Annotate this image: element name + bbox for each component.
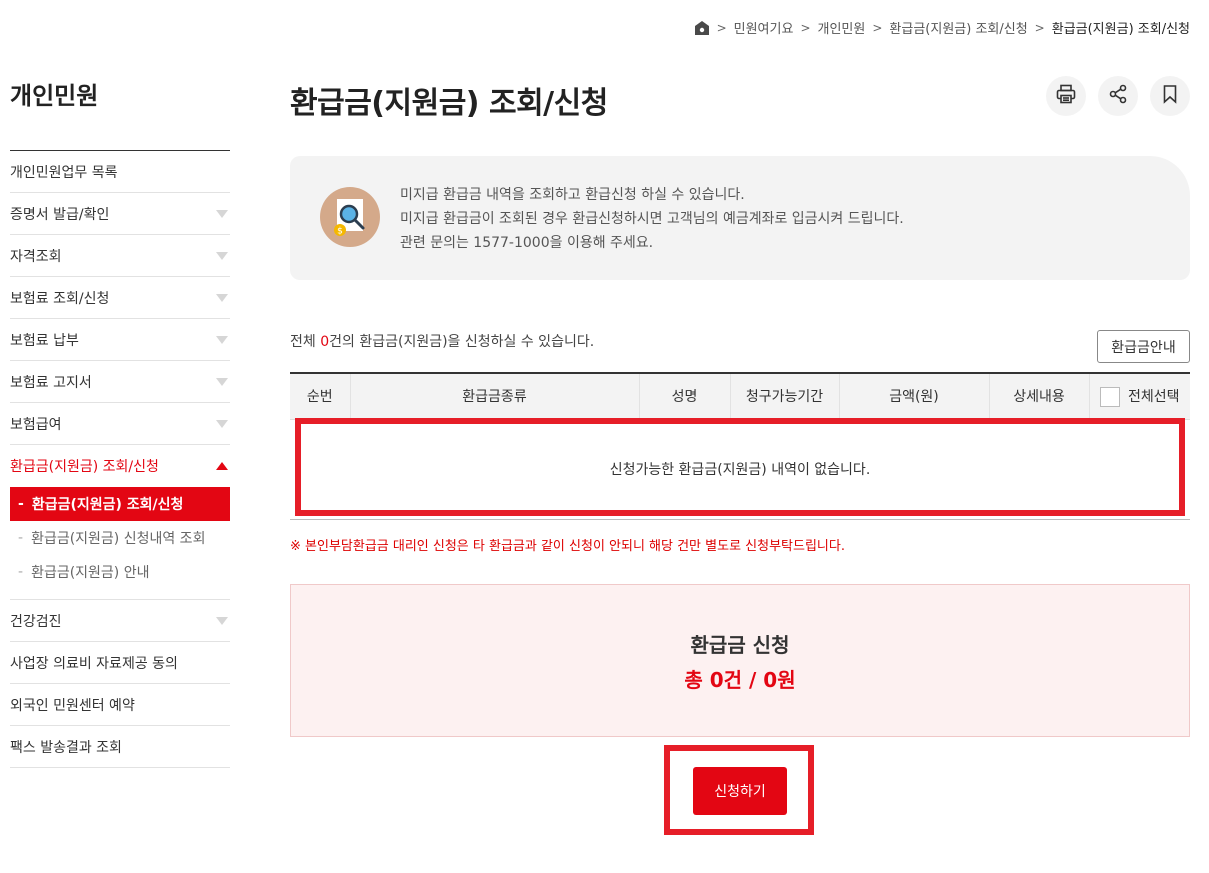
apply-summary: 환급금 신청 총 0건 / 0원 bbox=[290, 584, 1190, 737]
chevron-down-icon bbox=[216, 209, 228, 218]
print-button[interactable] bbox=[1046, 76, 1086, 116]
sidebar-item-list[interactable]: 개인민원업무 목록 bbox=[10, 151, 230, 193]
info-line: 관련 문의는 1577-1000을 이용해 주세요. bbox=[400, 235, 654, 251]
sidebar-item-premium-inquiry[interactable]: 보험료 조회/신청 bbox=[10, 277, 230, 319]
sidebar-submenu: - 환급금(지원금) 조회/신청 - 환급금(지원금) 신청내역 조회 - 환급금(지… bbox=[10, 487, 230, 600]
print-icon bbox=[1055, 83, 1077, 109]
sidebar-item-refund[interactable]: 환급금(지원금) 조회/신청 bbox=[10, 445, 230, 487]
chevron-down-icon bbox=[216, 419, 228, 428]
chevron-up-icon bbox=[216, 462, 228, 470]
dash-icon: - bbox=[18, 530, 24, 546]
info-box: $ 미지급 환급금 내역을 조회하고 환급신청 하실 수 있습니다. 미지급 환… bbox=[290, 156, 1190, 280]
column-header: 상세내용 bbox=[989, 373, 1090, 420]
sidebar-item-label: 외국인 민원센터 예약 bbox=[10, 697, 135, 714]
breadcrumb-item[interactable]: 개인민원 bbox=[818, 18, 866, 37]
sidebar-item-benefits[interactable]: 보험급여 bbox=[10, 403, 230, 445]
home-icon[interactable] bbox=[694, 20, 710, 36]
select-all-checkbox[interactable] bbox=[1099, 386, 1120, 407]
sidebar-item-qualification[interactable]: 자격조회 bbox=[10, 235, 230, 277]
sidebar-item-label: 사업장 의료비 자료제공 동의 bbox=[10, 655, 178, 672]
share-icon bbox=[1108, 84, 1128, 108]
submit-button[interactable]: 신청하기 bbox=[693, 767, 787, 815]
sidebar-item-label: 개인민원업무 목록 bbox=[10, 164, 118, 181]
sidebar-item-medical-consent[interactable]: 사업장 의료비 자료제공 동의 bbox=[10, 642, 230, 684]
chevron-down-icon bbox=[216, 616, 228, 625]
empty-message: 신청가능한 환급금(지원금) 내역이 없습니다. bbox=[290, 419, 1190, 520]
sidebar-subitem-label: 환급금(지원금) 신청내역 조회 bbox=[31, 531, 206, 547]
select-all-label: 전체선택 bbox=[1127, 388, 1180, 405]
chevron-down-icon bbox=[216, 377, 228, 386]
sidebar-subitem-refund-history[interactable]: - 환급금(지원금) 신청내역 조회 bbox=[10, 521, 230, 555]
bookmark-button[interactable] bbox=[1150, 76, 1190, 116]
breadcrumb: > 민원여기요 > 개인민원 > 환급금(지원금) 조회/신청 > 환급금(지원… bbox=[694, 18, 1190, 37]
chevron-down-icon bbox=[216, 335, 228, 344]
table-header-row: 순번 환급금종류 성명 청구가능기간 금액(원) 상세내용 전체선택 bbox=[290, 373, 1190, 420]
sidebar-item-premium-bill[interactable]: 보험료 고지서 bbox=[10, 361, 230, 403]
bookmark-icon bbox=[1161, 84, 1179, 108]
sidebar-item-label: 보험료 납부 bbox=[10, 332, 79, 349]
sidebar-item-fax-result[interactable]: 팩스 발송결과 조회 bbox=[10, 726, 230, 768]
sidebar-item-label: 보험료 고지서 bbox=[10, 374, 92, 391]
sidebar-item-label: 자격조회 bbox=[10, 248, 62, 265]
count-prefix: 전체 bbox=[290, 334, 321, 350]
sidebar-title: 개인민원 bbox=[10, 82, 99, 110]
page-title: 환급금(지원금) 조회/신청 bbox=[290, 86, 608, 121]
sidebar-subitem-refund-inquiry[interactable]: - 환급금(지원금) 조회/신청 bbox=[10, 487, 230, 521]
dash-icon: - bbox=[18, 564, 24, 580]
refund-count: 0 bbox=[320, 334, 330, 350]
chevron-down-icon bbox=[216, 293, 228, 302]
column-header: 청구가능기간 bbox=[730, 373, 840, 420]
count-suffix: 건의 환급금(지원금)을 신청하실 수 있습니다. bbox=[329, 334, 595, 350]
column-header: 환급금종류 bbox=[350, 373, 640, 420]
page-tools bbox=[1046, 76, 1190, 116]
share-button[interactable] bbox=[1098, 76, 1138, 116]
highlight-box: 신청하기 bbox=[664, 745, 814, 835]
column-header: 금액(원) bbox=[839, 373, 990, 420]
notice-text: ※ 본인부담환급금 대리인 신청은 타 환급금과 같이 신청이 안되니 해당 건… bbox=[290, 539, 845, 554]
column-header: 성명 bbox=[639, 373, 731, 420]
sidebar-item-premium-payment[interactable]: 보험료 납부 bbox=[10, 319, 230, 361]
apply-title: 환급금 신청 bbox=[690, 633, 790, 657]
breadcrumb-separator: > bbox=[1034, 20, 1045, 35]
sidebar-subitem-label: 환급금(지원금) 조회/신청 bbox=[31, 497, 184, 513]
table-empty-row: 신청가능한 환급금(지원금) 내역이 없습니다. bbox=[290, 419, 1190, 520]
select-all-header: 전체선택 bbox=[1089, 373, 1190, 420]
column-header: 순번 bbox=[290, 373, 351, 420]
sidebar-item-label: 팩스 발송결과 조회 bbox=[10, 739, 122, 756]
breadcrumb-item[interactable]: 민원여기요 bbox=[734, 18, 794, 37]
info-text: 미지급 환급금 내역을 조회하고 환급신청 하실 수 있습니다. 미지급 환급금… bbox=[400, 183, 904, 255]
sidebar-item-label: 증명서 발급/확인 bbox=[10, 206, 110, 223]
info-line: 미지급 환급금이 조회된 경우 환급신청하시면 고객님의 예금계좌로 입금시켜 … bbox=[400, 211, 904, 227]
dash-icon: - bbox=[18, 496, 24, 512]
refund-count-text: 전체 0건의 환급금(지원금)을 신청하실 수 있습니다. bbox=[290, 331, 594, 351]
svg-text:$: $ bbox=[337, 227, 343, 237]
sidebar-subitem-refund-guide[interactable]: - 환급금(지원금) 안내 bbox=[10, 555, 230, 589]
sidebar-item-label: 환급금(지원금) 조회/신청 bbox=[10, 459, 159, 475]
search-document-icon: $ bbox=[320, 187, 380, 247]
refund-table: 순번 환급금종류 성명 청구가능기간 금액(원) 상세내용 전체선택 신청가능한… bbox=[290, 372, 1190, 520]
breadcrumb-current: 환급금(지원금) 조회/신청 bbox=[1051, 22, 1190, 37]
sidebar-item-certificate[interactable]: 증명서 발급/확인 bbox=[10, 193, 230, 235]
sidebar-nav: 개인민원업무 목록 증명서 발급/확인 자격조회 보험료 조회/신청 보험료 납… bbox=[10, 150, 230, 768]
apply-total: 총 0건 / 0원 bbox=[684, 668, 796, 692]
sidebar-item-label: 보험급여 bbox=[10, 416, 62, 433]
breadcrumb-item[interactable]: 환급금(지원금) 조회/신청 bbox=[889, 18, 1027, 37]
sidebar-item-checkup[interactable]: 건강검진 bbox=[10, 600, 230, 642]
breadcrumb-separator: > bbox=[800, 20, 811, 35]
breadcrumb-separator: > bbox=[716, 20, 727, 35]
breadcrumb-separator: > bbox=[872, 20, 883, 35]
refund-guide-button[interactable]: 환급금안내 bbox=[1097, 330, 1190, 363]
sidebar-item-foreigner-center[interactable]: 외국인 민원센터 예약 bbox=[10, 684, 230, 726]
chevron-down-icon bbox=[216, 251, 228, 260]
sidebar-item-label: 보험료 조회/신청 bbox=[10, 290, 110, 307]
info-line: 미지급 환급금 내역을 조회하고 환급신청 하실 수 있습니다. bbox=[400, 187, 745, 203]
sidebar-item-label: 건강검진 bbox=[10, 613, 62, 630]
sidebar-subitem-label: 환급금(지원금) 안내 bbox=[31, 565, 150, 581]
